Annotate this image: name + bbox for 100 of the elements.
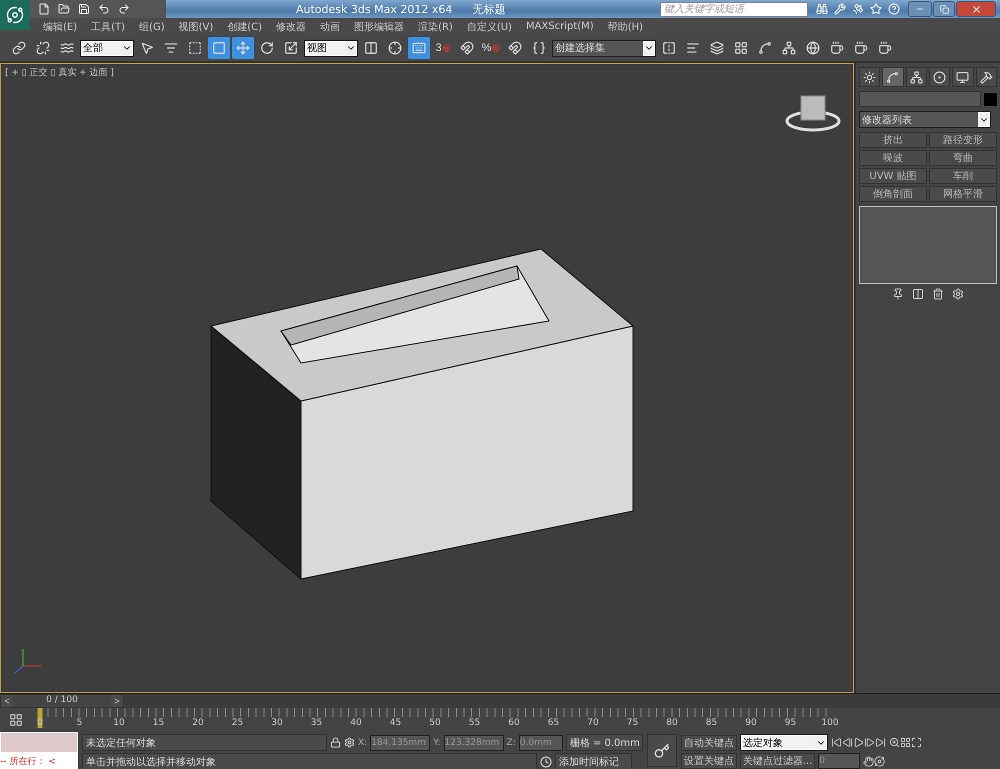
menu-item[interactable]: 帮助(H) <box>600 20 650 34</box>
lock-icon[interactable] <box>330 737 341 748</box>
previous-icon[interactable] <box>842 737 853 748</box>
modifier-button[interactable]: 车削 <box>929 168 997 184</box>
menu-item[interactable]: 修改器 <box>269 20 314 34</box>
save-icon[interactable] <box>78 3 90 15</box>
modifier-dropdown[interactable]: 修改器列表 <box>859 111 991 128</box>
color-swatch[interactable] <box>984 92 997 106</box>
snap-toggle[interactable]: % <box>480 37 502 59</box>
hammer-tab[interactable] <box>976 67 997 87</box>
dropdown[interactable]: 创建选择集 <box>552 40 656 56</box>
next-icon[interactable] <box>864 737 875 748</box>
time-slider-track[interactable]: < 0 / 100 > <box>0 693 1000 708</box>
gear-icon[interactable] <box>344 737 355 748</box>
magnet-icon <box>460 41 474 55</box>
set-key-button[interactable]: 设置关键点 <box>680 753 737 769</box>
redo-icon[interactable] <box>118 3 130 15</box>
frame-number: 30 <box>271 718 283 728</box>
menu-item[interactable]: 自定义(U) <box>460 20 519 34</box>
key-mode-dropdown[interactable]: 选定对象 <box>740 734 828 751</box>
menu-item[interactable]: 工具(T) <box>84 20 132 34</box>
folder-icon[interactable] <box>58 3 70 15</box>
sun-tab[interactable] <box>859 67 880 87</box>
menu-item[interactable]: 动画 <box>313 20 348 34</box>
modifier-button[interactable]: 弯曲 <box>929 150 997 166</box>
snap-toggle[interactable]: 3 <box>432 37 454 59</box>
key-icon <box>654 742 670 758</box>
close-button[interactable] <box>956 1 996 17</box>
curve-icon <box>758 41 772 55</box>
restore-button[interactable] <box>933 1 955 17</box>
magnet-icon <box>508 41 522 55</box>
star-icon[interactable] <box>870 3 882 15</box>
modifier-stack[interactable] <box>859 206 997 284</box>
menu-item[interactable]: 组(G) <box>132 20 172 34</box>
maximize-icon[interactable] <box>910 737 922 748</box>
zoom-icon[interactable] <box>888 737 900 748</box>
frame-number: 60 <box>508 718 520 728</box>
menu-item[interactable]: 渲染(R) <box>411 20 460 34</box>
search-field[interactable]: 键入关键字或短语 <box>660 2 808 16</box>
modifier-button[interactable]: 倒角剖面 <box>859 186 927 202</box>
modifier-button[interactable]: 挤出 <box>859 132 927 148</box>
menu-item[interactable]: 编辑(E) <box>36 20 84 34</box>
view-cube-icon <box>786 96 840 132</box>
app-logo[interactable] <box>0 0 30 30</box>
time-tag-icon[interactable] <box>540 756 552 768</box>
menu-item[interactable]: MAXScript(M) <box>518 21 601 32</box>
trash-icon[interactable] <box>932 288 944 300</box>
modifier-button[interactable]: 路径变形 <box>929 132 997 148</box>
modifier-button[interactable]: 噪波 <box>859 150 927 166</box>
menu-item[interactable]: 创建(C) <box>220 20 270 34</box>
modifier-button[interactable]: UVW 贴图 <box>859 168 927 184</box>
window-title: Autodesk 3ds Max 2012 x64 <box>296 2 452 16</box>
pin-icon[interactable] <box>892 288 904 300</box>
satellite-icon[interactable] <box>852 3 864 15</box>
menu-item[interactable]: 图形编辑器 <box>347 20 412 34</box>
key-button[interactable] <box>646 734 677 767</box>
skip-start-icon[interactable] <box>830 737 842 748</box>
align-icon <box>686 41 700 55</box>
key-filters-button[interactable]: 关键点过滤器... <box>740 753 816 769</box>
time-slider[interactable]: < 0 / 100 > <box>0 694 124 708</box>
selection-status: 未选定任何对象 <box>82 734 327 751</box>
frame-number: 35 <box>310 718 322 728</box>
name-field[interactable] <box>859 91 981 107</box>
circle-tab[interactable] <box>928 67 950 87</box>
y-label: Y: <box>433 738 441 748</box>
square-icon <box>212 41 226 55</box>
x-label: X: <box>358 738 368 748</box>
undo-icon[interactable] <box>98 3 110 15</box>
binoculars-icon[interactable] <box>816 3 828 15</box>
new-file-icon[interactable] <box>38 3 50 15</box>
modifier-button[interactable]: 网格平滑 <box>929 186 997 202</box>
time-tag-field[interactable]: 添加时间标记 <box>555 753 632 769</box>
previous-frame-button[interactable]: < <box>1 695 13 707</box>
grid-icon[interactable] <box>900 737 911 748</box>
menu-item[interactable]: 视图(V) <box>172 20 220 34</box>
track-bar-icon[interactable] <box>9 713 23 727</box>
time-marker[interactable] <box>38 708 42 728</box>
auto-key-button[interactable]: 自动关键点 <box>680 734 737 750</box>
monitor-tab[interactable] <box>952 67 974 87</box>
settings-icon[interactable] <box>952 288 964 300</box>
dropdown[interactable]: 视图 <box>304 40 358 56</box>
orbit-icon[interactable] <box>874 756 886 766</box>
frame-number: 100 <box>821 718 839 728</box>
dropdown[interactable]: 全部 <box>80 40 134 56</box>
viewport-label[interactable]: [ + ▯ 正交 ▯ 真实 + 边面 ] <box>5 66 114 79</box>
prompt-text: 单击并拖动以选择并移动对象 <box>82 753 537 769</box>
frame-number: 25 <box>232 718 244 728</box>
skip-end-icon[interactable] <box>874 737 886 748</box>
help-icon[interactable] <box>888 3 900 15</box>
frame-number: 10 <box>113 718 125 728</box>
columns-icon[interactable] <box>912 288 924 300</box>
curve-tab[interactable] <box>882 67 904 87</box>
next-frame-button[interactable]: > <box>111 695 123 707</box>
viewport[interactable]: [ + ▯ 正交 ▯ 真实 + 边面 ] <box>0 63 854 693</box>
hammer-icon <box>980 70 993 84</box>
play-icon[interactable] <box>852 737 864 748</box>
hand-icon[interactable] <box>863 756 874 766</box>
hierarchy-tab[interactable] <box>906 67 927 87</box>
wrench-icon[interactable] <box>834 3 846 15</box>
grid-status: 栅格 = 0.0mm <box>566 734 643 751</box>
